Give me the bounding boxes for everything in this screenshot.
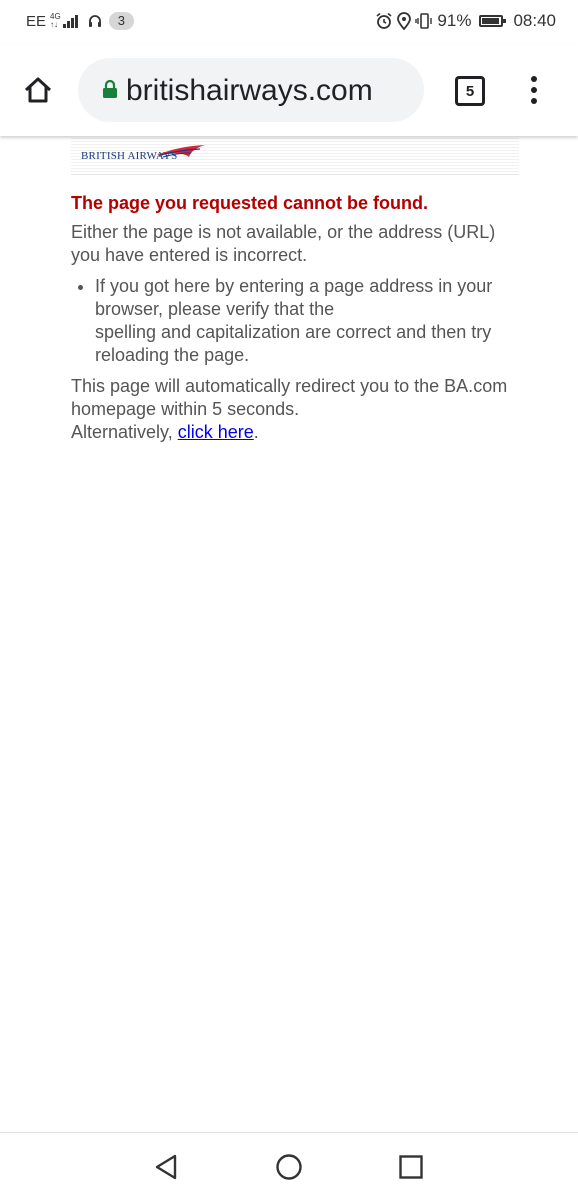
recents-icon xyxy=(399,1155,423,1179)
alternative-suffix: . xyxy=(253,422,259,442)
bullet-line-1: If you got here by entering a page addre… xyxy=(95,276,493,319)
battery-percent: 91% xyxy=(437,11,472,30)
location-icon xyxy=(397,12,412,30)
vibrate-icon xyxy=(415,12,433,30)
bullet-line-2: spelling and capitalization are correct … xyxy=(95,322,492,365)
list-item: If you got here by entering a page addre… xyxy=(95,275,519,367)
status-bar: EE 4G ↑↓ 3 91% 08:40 xyxy=(0,0,578,44)
overflow-menu-icon xyxy=(531,76,537,82)
alternative-prefix: Alternatively, xyxy=(71,422,173,442)
ba-speedmarque-logo xyxy=(157,145,205,158)
overflow-menu-button[interactable] xyxy=(522,74,546,106)
lock-icon xyxy=(103,79,117,98)
error-explanation: Either the page is not available, or the… xyxy=(71,222,496,265)
home-button[interactable] xyxy=(20,72,56,108)
url-text-container: britishairways.com xyxy=(126,73,416,109)
clock: 08:40 xyxy=(513,11,556,30)
tab-switcher-button[interactable]: 5 xyxy=(455,76,485,106)
back-button[interactable] xyxy=(150,1151,182,1183)
data-activity-icon: ↑↓ xyxy=(50,20,59,29)
address-bar[interactable]: britishairways.com xyxy=(78,58,424,122)
system-navigation-bar xyxy=(0,1132,578,1201)
recents-button[interactable] xyxy=(395,1151,427,1183)
help-list: If you got here by entering a page addre… xyxy=(71,275,519,367)
battery-icon xyxy=(479,15,507,27)
click-here-link[interactable]: click here xyxy=(178,422,254,442)
network-type: 4G ↑↓ xyxy=(50,13,61,29)
status-left: EE 4G ↑↓ 3 xyxy=(26,12,134,30)
alarm-icon xyxy=(375,12,393,30)
redirect-text: This page will automatically redirect yo… xyxy=(71,376,508,419)
error-title: The page you requested cannot be found. xyxy=(71,193,429,213)
home-circle-icon xyxy=(276,1154,302,1180)
redirect-notice: This page will automatically redirect yo… xyxy=(71,375,519,444)
headset-icon xyxy=(87,13,103,29)
tab-count: 5 xyxy=(465,82,475,100)
notification-count-badge: 3 xyxy=(108,12,134,30)
signal-icon xyxy=(62,14,79,28)
browser-toolbar: britishairways.com 5 xyxy=(0,44,578,136)
home-icon xyxy=(24,77,52,103)
back-icon xyxy=(155,1154,177,1180)
url-text: britishairways.com xyxy=(126,74,373,107)
status-right: 91% 08:40 xyxy=(375,11,556,31)
home-nav-button[interactable] xyxy=(273,1151,305,1183)
page-content: BRITISH AIRWAYS The page you requested c… xyxy=(71,136,519,444)
carrier-label: EE xyxy=(26,12,47,30)
ba-header-banner: BRITISH AIRWAYS xyxy=(71,136,519,175)
